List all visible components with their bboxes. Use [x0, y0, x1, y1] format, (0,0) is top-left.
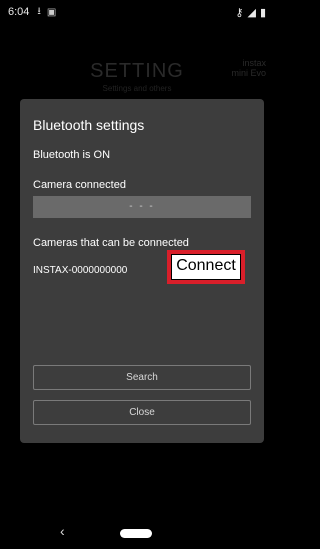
status-icons: ⚷ ◢ ▮: [235, 6, 266, 19]
navigation-bar: ‹: [0, 517, 274, 549]
bluetooth-settings-dialog: Bluetooth settings Bluetooth is ON Camer…: [20, 99, 264, 443]
camera-connected-label: Camera connected: [33, 179, 126, 191]
key-icon: ⚷: [235, 6, 244, 19]
download-icon: ⭳: [37, 5, 41, 17]
dialog-title: Bluetooth settings: [33, 117, 145, 133]
available-cameras-label: Cameras that can be connected: [33, 237, 189, 249]
close-button[interactable]: Close: [33, 400, 251, 425]
bluetooth-status: Bluetooth is ON: [33, 149, 111, 161]
status-bar: 6:04 ⭳ ▣ ⚷ ◢ ▮: [0, 0, 274, 24]
home-icon[interactable]: [120, 529, 152, 538]
device-name: INSTAX-0000000000: [33, 265, 128, 276]
clock: 6:04: [8, 6, 30, 18]
background-subtitle: Settings and others: [102, 84, 172, 93]
sim-icon: ▣: [46, 6, 57, 18]
connect-button-label: Connect: [171, 254, 241, 280]
battery-icon: ▮: [259, 6, 266, 19]
connect-button[interactable]: Connect: [167, 250, 245, 284]
back-icon[interactable]: ‹: [60, 523, 65, 539]
signal-icon: ◢: [247, 6, 256, 19]
brand-logo: instax mini Evo: [231, 58, 266, 78]
search-button[interactable]: Search: [33, 365, 251, 390]
camera-connected-value: - - -: [33, 196, 251, 218]
